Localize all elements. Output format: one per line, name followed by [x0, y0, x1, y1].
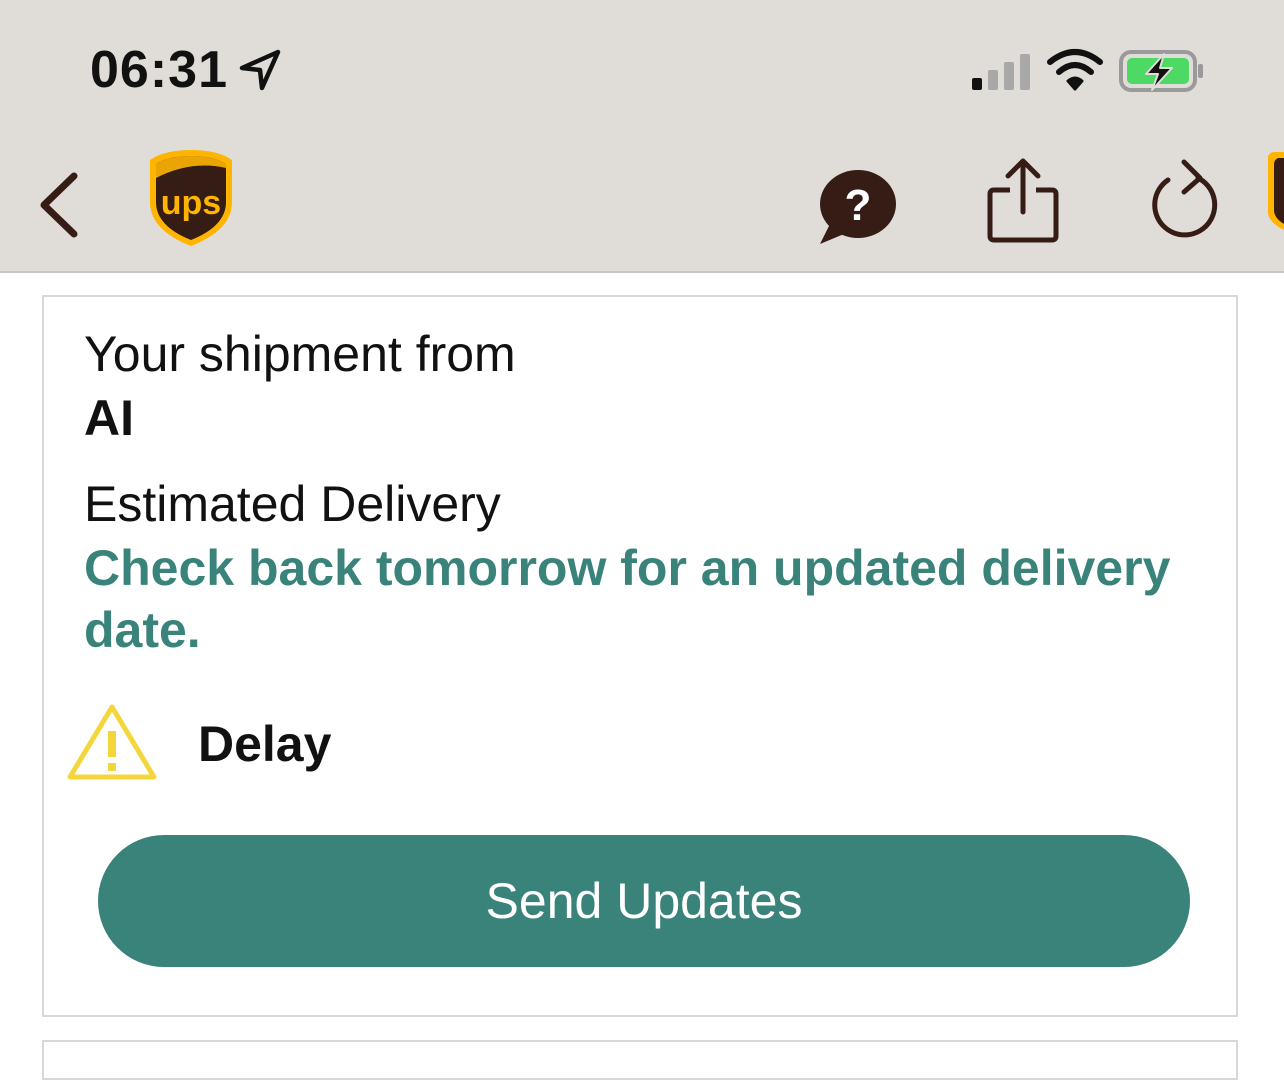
estimated-delivery-value: Check back tomorrow for an updated deliv… [84, 540, 1171, 658]
svg-text:?: ? [845, 181, 872, 230]
ups-logo-text: ups [161, 184, 221, 222]
status-time: 06:31 [90, 41, 228, 99]
warning-triangle-icon [67, 704, 157, 780]
next-card [42, 1040, 1238, 1080]
navigation-bar: ups ? [0, 130, 1284, 273]
shipment-card: Your shipment from AI Estimated Delivery… [42, 295, 1238, 1017]
back-chevron-icon[interactable] [34, 170, 84, 240]
send-updates-button[interactable]: Send Updates [98, 835, 1190, 967]
battery-charging-icon [1119, 50, 1203, 92]
cellular-signal-icon [972, 54, 1030, 90]
share-icon[interactable] [984, 156, 1062, 246]
help-chat-icon[interactable]: ? [814, 166, 898, 246]
refresh-icon[interactable] [1148, 156, 1224, 242]
location-arrow-icon [239, 49, 281, 91]
ups-logo-partial [1268, 152, 1284, 230]
shipment-from-label: Your shipment from [84, 326, 516, 382]
status-delay: Delay [198, 716, 332, 772]
shipment-sender: AI [84, 390, 134, 446]
estimated-delivery-label: Estimated Delivery [84, 476, 501, 532]
ups-logo: ups [150, 150, 232, 246]
wifi-icon [1047, 49, 1103, 91]
status-bar: 06:31 [0, 0, 1284, 130]
